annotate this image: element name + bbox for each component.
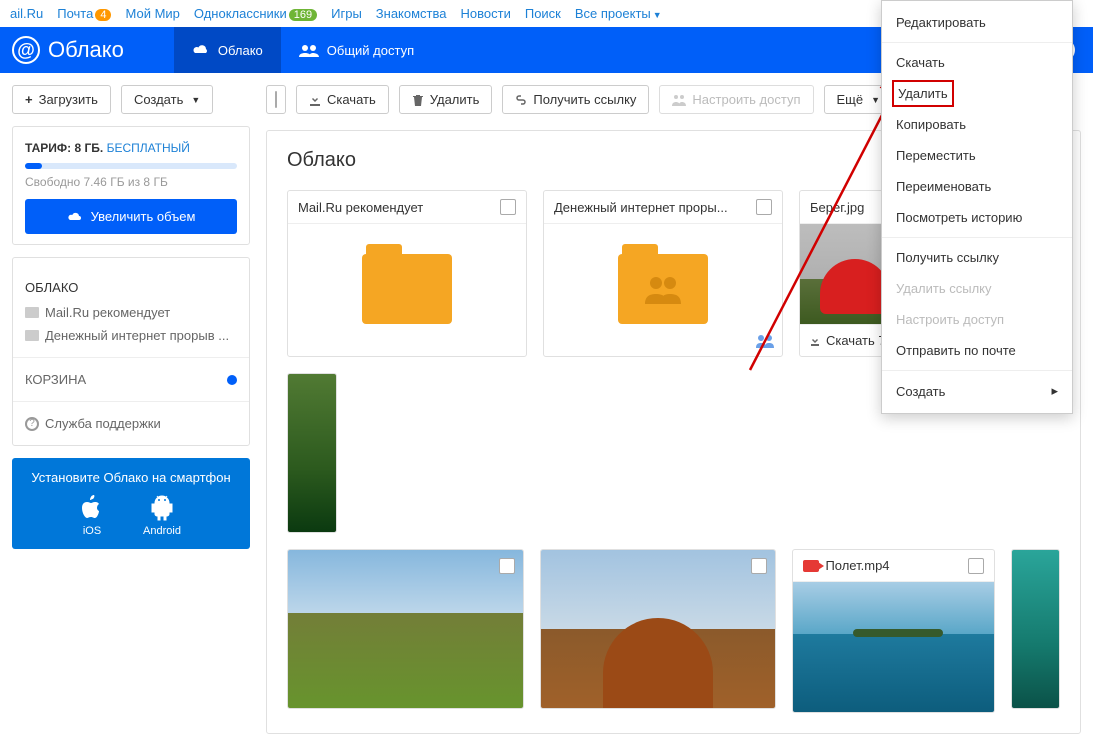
video-icon — [803, 560, 819, 572]
create-button[interactable]: Создать▼ — [121, 85, 213, 114]
ctx-copy[interactable]: Копировать — [882, 109, 1072, 140]
nav-mailru[interactable]: ail.Ru — [10, 6, 43, 21]
logo-at-icon: @ — [12, 36, 40, 64]
context-menu: Редактировать Скачать Удалить Копировать… — [881, 0, 1073, 414]
nav-mymir[interactable]: Мой Мир — [125, 6, 179, 21]
nav-games[interactable]: Игры — [331, 6, 362, 21]
shared-icon — [756, 334, 774, 348]
promo-smartphone: Установите Облако на смартфон iOS Androi… — [12, 458, 250, 549]
delete-button[interactable]: Удалить — [399, 85, 493, 114]
folder-icon — [362, 254, 452, 324]
select-all-checkbox[interactable] — [266, 85, 286, 114]
sidebar-item-money[interactable]: Денежный интернет прорыв ... — [25, 324, 237, 347]
dot-icon — [227, 375, 237, 385]
folder-tile-mailru[interactable]: Mail.Ru рекомендует — [287, 190, 527, 357]
download-icon — [309, 94, 321, 106]
ctx-dellink: Удалить ссылку — [882, 273, 1072, 304]
section-cloud: ОБЛАКО — [25, 280, 237, 295]
download-button[interactable]: Скачать — [296, 85, 389, 114]
cloud-icon — [192, 43, 210, 57]
ctx-delete[interactable]: Удалить — [892, 80, 954, 107]
ctx-move[interactable]: Переместить — [882, 140, 1072, 171]
folder-shared-icon — [618, 254, 708, 324]
promo-android[interactable]: Android — [143, 495, 181, 537]
nav-ok[interactable]: Одноклассники169 — [194, 6, 317, 21]
sidebar-item-support[interactable]: ?Служба поддержки — [25, 412, 237, 435]
tile-name: Полет.mp4 — [825, 558, 889, 573]
thumb-partial-lagoon[interactable] — [1011, 549, 1060, 709]
ok-badge: 169 — [289, 9, 317, 21]
tile-checkbox[interactable] — [751, 558, 767, 574]
tile-checkbox[interactable] — [968, 558, 984, 574]
sidebar-item-mailru[interactable]: Mail.Ru рекомендует — [25, 301, 237, 324]
video-tile-polet[interactable]: Полет.mp4 — [792, 549, 994, 713]
ctx-rename[interactable]: Переименовать — [882, 171, 1072, 202]
nav-news[interactable]: Новости — [461, 6, 511, 21]
chevron-down-icon: ▼ — [653, 10, 662, 20]
promo-ios[interactable]: iOS — [81, 495, 103, 537]
promo-text: Установите Облако на смартфон — [24, 470, 238, 485]
android-icon — [151, 495, 173, 521]
get-link-button[interactable]: Получить ссылку — [502, 85, 649, 114]
increase-storage-button[interactable]: Увеличить объем — [25, 199, 237, 234]
nav-all[interactable]: Все проекты▼ — [575, 6, 662, 21]
thumb-tile-mound[interactable] — [540, 549, 777, 709]
tile-checkbox[interactable] — [756, 199, 772, 215]
chevron-right-icon: ▸ — [1051, 383, 1058, 399]
tariff-line: ТАРИФ: 8 ГБ. БЕСПЛАТНЫЙ — [25, 141, 237, 155]
link-icon — [515, 94, 527, 106]
people-icon — [643, 274, 683, 304]
ctx-edit[interactable]: Редактировать — [882, 7, 1072, 38]
tile-checkbox[interactable] — [500, 199, 516, 215]
help-icon: ? — [25, 417, 39, 431]
tile-name: Берег.jpg — [810, 200, 864, 215]
thumb-partial-forest[interactable] — [287, 373, 337, 533]
ctx-getlink[interactable]: Получить ссылку — [882, 242, 1072, 273]
configure-access-button[interactable]: Настроить доступ — [659, 85, 813, 114]
mail-badge: 4 — [95, 9, 111, 21]
people-icon — [672, 94, 686, 106]
ctx-sendmail[interactable]: Отправить по почте — [882, 335, 1072, 366]
ctx-download[interactable]: Скачать — [882, 47, 1072, 78]
tab-cloud[interactable]: Облако — [174, 27, 281, 73]
nav-dating[interactable]: Знакомства — [376, 6, 447, 21]
ctx-create[interactable]: Создать▸ — [882, 375, 1072, 407]
ctx-history[interactable]: Посмотреть историю — [882, 202, 1072, 233]
apple-icon — [81, 495, 103, 521]
ctx-configure: Настроить доступ — [882, 304, 1072, 335]
chevron-down-icon: ▼ — [191, 95, 200, 105]
cloud-icon — [67, 211, 83, 223]
thumb-tile-field[interactable] — [287, 549, 524, 709]
free-space-text: Свободно 7.46 ГБ из 8 ГБ — [25, 175, 237, 189]
tab-shared[interactable]: Общий доступ — [281, 27, 432, 73]
folder-icon — [25, 330, 39, 341]
tile-name: Mail.Ru рекомендует — [298, 200, 423, 215]
download-icon — [810, 336, 820, 346]
tile-checkbox[interactable] — [499, 558, 515, 574]
people-icon — [299, 43, 319, 57]
tariff-plan-link[interactable]: БЕСПЛАТНЫЙ — [107, 141, 190, 155]
chevron-down-icon: ▼ — [871, 95, 880, 105]
storage-progress — [25, 163, 237, 169]
logo-text: Облако — [48, 37, 124, 63]
folder-tile-money[interactable]: Денежный интернет проры... — [543, 190, 783, 357]
nav-mail[interactable]: Почта4 — [57, 6, 111, 21]
sidebar-item-trash[interactable]: КОРЗИНА — [25, 368, 237, 391]
folder-icon — [25, 307, 39, 318]
nav-search[interactable]: Поиск — [525, 6, 561, 21]
tile-name: Денежный интернет проры... — [554, 200, 728, 215]
upload-button[interactable]: +Загрузить — [12, 85, 111, 114]
trash-icon — [412, 94, 424, 106]
